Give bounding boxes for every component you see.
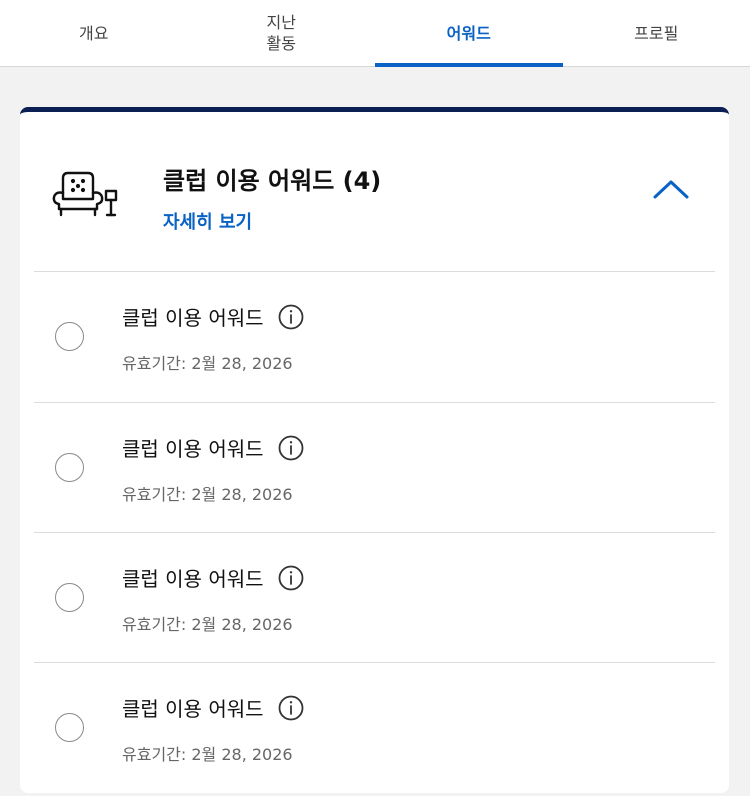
armchair-lamp-icon bbox=[52, 171, 118, 217]
award-title: 클럽 이용 어워드 bbox=[122, 437, 264, 461]
tab-label: 프로필 bbox=[634, 23, 679, 43]
award-title: 클럽 이용 어워드 bbox=[122, 567, 264, 591]
tab-awards[interactable]: 어워드 bbox=[375, 0, 563, 67]
chevron-up-icon[interactable] bbox=[650, 175, 692, 203]
details-link[interactable]: 자세히 보기 bbox=[163, 208, 252, 234]
info-icon[interactable] bbox=[278, 435, 304, 461]
info-icon[interactable] bbox=[278, 565, 304, 591]
select-radio[interactable] bbox=[55, 322, 84, 351]
award-row[interactable]: 클럽 이용 어워드 유효기간: 2월 28, 2026 bbox=[34, 663, 715, 793]
club-awards-card: 클럽 이용 어워드 (4) 자세히 보기 클럽 이용 어워드 유효기간: 2월 … bbox=[20, 107, 729, 793]
tab-bar: 개요 지난 활동 어워드 프로필 bbox=[0, 0, 750, 67]
award-title: 클럽 이용 어워드 bbox=[122, 306, 264, 330]
select-radio[interactable] bbox=[55, 713, 84, 742]
award-row[interactable]: 클럽 이용 어워드 유효기간: 2월 28, 2026 bbox=[34, 272, 715, 402]
select-radio[interactable] bbox=[55, 583, 84, 612]
award-expiry: 유효기간: 2월 28, 2026 bbox=[122, 745, 293, 764]
tab-label: 개요 bbox=[79, 23, 109, 43]
info-icon[interactable] bbox=[278, 304, 304, 330]
award-row[interactable]: 클럽 이용 어워드 유효기간: 2월 28, 2026 bbox=[34, 403, 715, 533]
award-expiry: 유효기간: 2월 28, 2026 bbox=[122, 354, 293, 373]
info-icon[interactable] bbox=[278, 695, 304, 721]
award-title-line: 클럽 이용 어워드 bbox=[122, 302, 304, 331]
award-row[interactable]: 클럽 이용 어워드 유효기간: 2월 28, 2026 bbox=[34, 533, 715, 663]
tab-past-activity[interactable]: 지난 활동 bbox=[188, 0, 376, 66]
tab-label: 지난 활동 bbox=[266, 13, 296, 53]
tab-label: 어워드 bbox=[446, 23, 491, 43]
tab-overview[interactable]: 개요 bbox=[0, 0, 188, 66]
award-title: 클럽 이용 어워드 bbox=[122, 697, 264, 721]
tab-profile[interactable]: 프로필 bbox=[563, 0, 750, 66]
select-radio[interactable] bbox=[55, 453, 84, 482]
award-expiry: 유효기간: 2월 28, 2026 bbox=[122, 485, 293, 504]
award-title-line: 클럽 이용 어워드 bbox=[122, 433, 304, 462]
card-header: 클럽 이용 어워드 (4) 자세히 보기 bbox=[20, 112, 729, 271]
card-title: 클럽 이용 어워드 (4) bbox=[163, 167, 382, 195]
award-title-line: 클럽 이용 어워드 bbox=[122, 563, 304, 592]
award-title-line: 클럽 이용 어워드 bbox=[122, 693, 304, 722]
award-expiry: 유효기간: 2월 28, 2026 bbox=[122, 615, 293, 634]
